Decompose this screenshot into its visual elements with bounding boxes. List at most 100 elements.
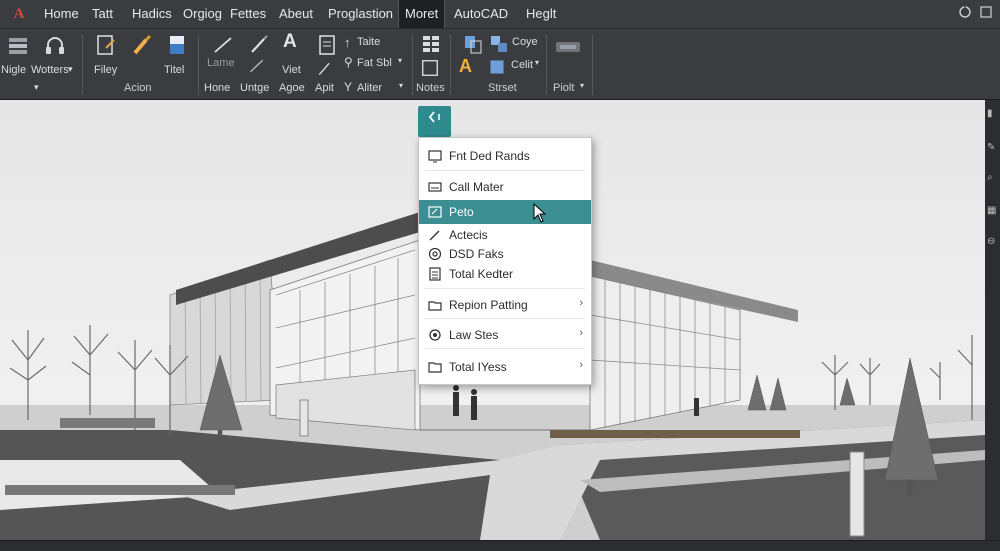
collapse-icon (428, 111, 440, 123)
plot-icon[interactable] (555, 39, 581, 55)
ribbon-separator (592, 35, 593, 95)
fat-sbl-button[interactable]: Fat Sbl (357, 57, 392, 69)
zoom-icon[interactable]: ⌕ (987, 172, 998, 183)
untge-button[interactable]: Untge (240, 82, 269, 94)
menu-item-repion-patting[interactable]: Repion Patting › (419, 293, 591, 317)
taite-button[interactable]: Taite (357, 36, 380, 48)
menu-divider (425, 318, 585, 319)
text-style-icon[interactable]: A (283, 31, 297, 53)
menu-item-label: Total Kedter (449, 267, 514, 281)
folder-icon (428, 362, 442, 373)
menu-item-total-iyess[interactable]: Total IYess › (419, 355, 591, 379)
application-menu-button[interactable]: A (8, 4, 30, 24)
orbit-icon[interactable]: ✎ (987, 142, 998, 153)
panel-label-piolt: Piolt (553, 82, 575, 94)
ribbon-separator (198, 35, 199, 95)
tab-orgiog[interactable]: Orgiog (177, 0, 228, 28)
window-close-icon[interactable] (977, 5, 995, 23)
tab-hadics[interactable]: Hadics (126, 0, 178, 28)
menu-item-peto[interactable]: Peto (419, 200, 591, 224)
coye-button[interactable]: Coye (512, 36, 538, 48)
ribbon-separator (450, 35, 451, 95)
panel-label-notes: Notes (416, 82, 445, 94)
copy-object-icon[interactable] (462, 33, 484, 55)
apit-button[interactable]: Apit (315, 82, 334, 94)
layers-icon[interactable] (7, 34, 29, 56)
aliter-button[interactable]: Aliter (357, 82, 382, 94)
menu-item-label: Fnt Ded Rands (449, 149, 530, 163)
menu-item-label: Call Mater (449, 180, 504, 194)
page-icon[interactable] (316, 34, 338, 56)
menu-item-label: Actecis (449, 228, 488, 242)
menu-divider (425, 348, 585, 349)
pin-icon: ⚲ (344, 55, 353, 69)
celit-dropdown-icon[interactable]: ▾ (535, 58, 539, 67)
at-icon (428, 247, 442, 261)
agoe-button[interactable]: Agoe (279, 82, 305, 94)
filey-button[interactable]: Filey (94, 64, 117, 76)
mouse-cursor-icon (533, 203, 547, 223)
submenu-arrow-icon: › (579, 359, 583, 371)
menu-item-fnt-ded-rands[interactable]: Fnt Ded Rands (419, 144, 591, 168)
context-menu: Fnt Ded Rands Call Mater Peto Actecis DS… (418, 137, 592, 385)
menu-item-label: Peto (449, 205, 474, 219)
viet-button[interactable]: Viet (282, 64, 301, 76)
document-icon[interactable] (166, 34, 188, 56)
headphones-icon[interactable] (44, 34, 66, 56)
piolt-dropdown-icon[interactable]: ▾ (580, 81, 584, 90)
cell-icon[interactable] (488, 58, 506, 76)
ribbon-tab-bar: A Home Tatt Hadics Orgiog Fettes Abeut P… (0, 0, 1000, 29)
help-icon[interactable] (956, 5, 974, 23)
menu-item-call-mater[interactable]: Call Mater (419, 175, 591, 199)
navigation-toolbar: ▮ ✎ ⌕ ▦ ⊖ (985, 100, 1000, 540)
frame-icon[interactable] (420, 58, 440, 78)
menu-item-law-stes[interactable]: Law Stes › (419, 323, 591, 347)
folder-export-icon (428, 301, 442, 311)
tab-moret[interactable]: Moret (398, 0, 446, 28)
nigle-button[interactable]: Nigle (1, 64, 26, 76)
tab-home[interactable]: Home (38, 0, 85, 28)
arrow-up-icon: ↑ (344, 35, 351, 50)
grid-icon[interactable] (420, 33, 442, 55)
pan-icon[interactable]: ▮ (987, 108, 998, 119)
menu-item-total-kedter[interactable]: Total Kedter (419, 262, 591, 286)
move-icon[interactable] (488, 33, 510, 55)
tab-fettes[interactable]: Fettes (224, 0, 272, 28)
menu-item-label: DSD Faks (449, 247, 504, 261)
tab-heglt[interactable]: Heglt (520, 0, 562, 28)
measure-icon[interactable] (248, 57, 266, 75)
menu-divider (425, 288, 585, 289)
lame-label[interactable]: Lame (207, 57, 235, 69)
lock-icon[interactable]: ⊖ (987, 236, 998, 247)
panel-label-strset: Strset (488, 82, 517, 94)
brush-icon[interactable] (131, 34, 153, 56)
gear-icon (429, 329, 441, 341)
screen-icon (428, 150, 442, 163)
fat-sbl-dropdown-icon[interactable]: ▾ (398, 56, 402, 65)
hone-button[interactable]: Hone (204, 82, 230, 94)
file-edit-icon[interactable] (95, 34, 117, 56)
expand-icon[interactable]: ▾ (34, 82, 39, 93)
submenu-arrow-icon: › (579, 327, 583, 339)
wotters-dropdown-icon[interactable]: ▾ (68, 64, 73, 75)
celit-button[interactable]: Celit (511, 59, 533, 71)
ribbon-separator (546, 35, 547, 95)
panel-label-acion: Acion (124, 82, 152, 94)
edit-box-icon (428, 206, 442, 218)
tab-tatt[interactable]: Tatt (86, 0, 119, 28)
aliter-dropdown-icon[interactable]: ▾ (399, 81, 403, 90)
tab-autocad[interactable]: AutoCAD (448, 0, 514, 28)
pencil-icon (429, 230, 440, 241)
calculator-icon (429, 267, 441, 281)
tab-proglastion[interactable]: Proglastion (322, 0, 399, 28)
dimension-icon[interactable] (316, 60, 334, 78)
pen-icon[interactable] (248, 34, 270, 56)
tab-abeut[interactable]: Abeut (273, 0, 319, 28)
line-draw-icon[interactable] (212, 34, 234, 56)
text-annotation-icon[interactable]: A (459, 56, 472, 77)
menu-item-label: Law Stes (449, 328, 499, 342)
view-cube-icon[interactable]: ▦ (987, 205, 998, 216)
wotters-button[interactable]: Wotters (31, 64, 69, 76)
context-menu-toggle-button[interactable] (418, 106, 451, 137)
titel-button[interactable]: Titel (164, 64, 184, 76)
